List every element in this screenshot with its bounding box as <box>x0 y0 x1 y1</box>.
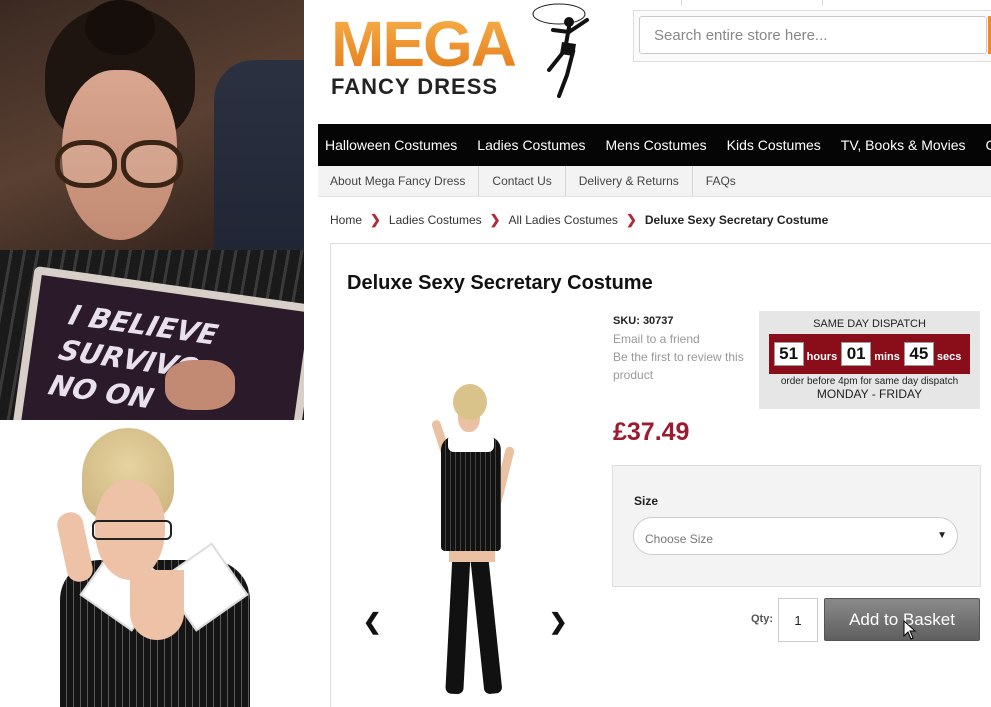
chevron-right-icon[interactable]: ❯ <box>549 609 567 635</box>
nav-halloween-costumes[interactable]: Halloween Costumes <box>318 124 467 166</box>
write-review-link[interactable]: Be the first to review this product <box>613 348 753 384</box>
search-input[interactable] <box>639 16 987 54</box>
chevron-left-icon[interactable]: ❮ <box>363 609 381 635</box>
reading-glasses <box>92 520 172 540</box>
qty-label: Qty: <box>751 613 773 625</box>
timer-hours: 51 <box>773 342 804 366</box>
subnav-about[interactable]: About Mega Fancy Dress <box>318 166 480 196</box>
breadcrumb-chevron-icon: ❯ <box>370 212 381 227</box>
product-panel: Deluxe Sexy Secretary Costume ❮ ❯ SKU: 3… <box>330 243 991 707</box>
timer-hours-label: hours <box>806 351 838 363</box>
product-gallery: ❮ ❯ <box>359 324 574 704</box>
qty-input[interactable] <box>778 598 818 642</box>
nav-tv-books-movies[interactable]: TV, Books & Movies <box>834 124 976 166</box>
subnav-faqs[interactable]: FAQs <box>693 166 749 196</box>
breadcrumb-home[interactable]: Home <box>330 213 362 227</box>
glasses <box>55 140 185 188</box>
caret-down-icon: ▼ <box>937 530 947 541</box>
neckline <box>130 570 184 640</box>
dispatch-title: SAME DAY DISPATCH <box>813 318 926 330</box>
subnav-delivery-returns[interactable]: Delivery & Returns <box>566 166 693 196</box>
breadcrumb-ladies-costumes[interactable]: Ladies Costumes <box>389 213 482 227</box>
secretary-dress <box>441 436 501 551</box>
product-title: Deluxe Sexy Secretary Costume <box>347 272 653 294</box>
costume-closeup-photo <box>0 420 304 707</box>
stocking-left <box>445 548 471 695</box>
dispatch-days: MONDAY - FRIDAY <box>816 387 923 401</box>
size-select[interactable]: Choose Size ▼ <box>633 517 958 555</box>
dispatch-note: order before 4pm for same day dispatch <box>780 376 959 387</box>
header-divider <box>681 0 823 6</box>
nav-mens-costumes[interactable]: Mens Costumes <box>598 124 716 166</box>
hand <box>165 360 235 410</box>
main-navigation: Halloween Costumes Ladies Costumes Mens … <box>318 124 991 166</box>
size-label: Size <box>634 494 659 508</box>
breadcrumb-all-ladies-costumes[interactable]: All Ladies Costumes <box>509 213 618 227</box>
size-select-value: Choose Size <box>645 532 714 546</box>
same-day-dispatch-box: SAME DAY DISPATCH 51 hours 01 mins 45 se… <box>759 311 980 409</box>
dancer-silhouette-icon <box>532 3 589 98</box>
product-image[interactable] <box>415 384 525 702</box>
product-info: SKU: 30737 Email to a friend Be the firs… <box>613 312 753 384</box>
nav-kids-costumes[interactable]: Kids Costumes <box>720 124 831 166</box>
breadcrumb-chevron-icon: ❯ <box>625 212 637 227</box>
white-collar <box>448 434 494 452</box>
nav-ladies-costumes[interactable]: Ladies Costumes <box>470 124 595 166</box>
email-friend-link[interactable]: Email to a friend <box>613 330 753 348</box>
store-page: MEGA FANCY DRESS Halloween Costumes Ladi… <box>304 0 991 707</box>
subnav-contact[interactable]: Contact Us <box>479 166 566 196</box>
timer-secs: 45 <box>903 342 934 366</box>
breadcrumb-chevron-icon: ❯ <box>489 212 501 227</box>
search-box <box>633 10 991 62</box>
add-to-basket-button[interactable]: Add to Basket <box>824 598 980 641</box>
mouse-pointer-icon <box>903 619 917 640</box>
countdown-timer: 51 hours 01 mins 45 secs <box>769 334 970 374</box>
timer-mins-label: mins <box>874 351 900 363</box>
site-logo[interactable]: MEGA FANCY DRESS <box>331 0 601 105</box>
stocking-right <box>469 548 503 695</box>
nav-more-truncated[interactable]: C <box>979 124 991 166</box>
logo-mega-text: MEGA <box>331 8 517 80</box>
breadcrumb-current: Deluxe Sexy Secretary Costume <box>644 213 829 227</box>
model-hand <box>55 510 95 584</box>
hair-bun <box>85 0 155 55</box>
timer-secs-label: secs <box>936 351 962 363</box>
product-price: £37.49 <box>613 418 690 446</box>
product-sku: SKU: 30737 <box>613 315 674 327</box>
model-hair <box>453 384 487 420</box>
logo-fancy-dress-text: FANCY DRESS <box>331 74 499 99</box>
news-photo: I BELIEVE SURVIVO NO ON <box>0 0 304 420</box>
product-options: Size Choose Size ▼ <box>612 465 981 587</box>
breadcrumb: Home ❯ Ladies Costumes ❯ All Ladies Cost… <box>330 212 828 228</box>
secondary-navigation: About Mega Fancy Dress Contact Us Delive… <box>318 166 991 197</box>
timer-mins: 01 <box>841 342 872 366</box>
